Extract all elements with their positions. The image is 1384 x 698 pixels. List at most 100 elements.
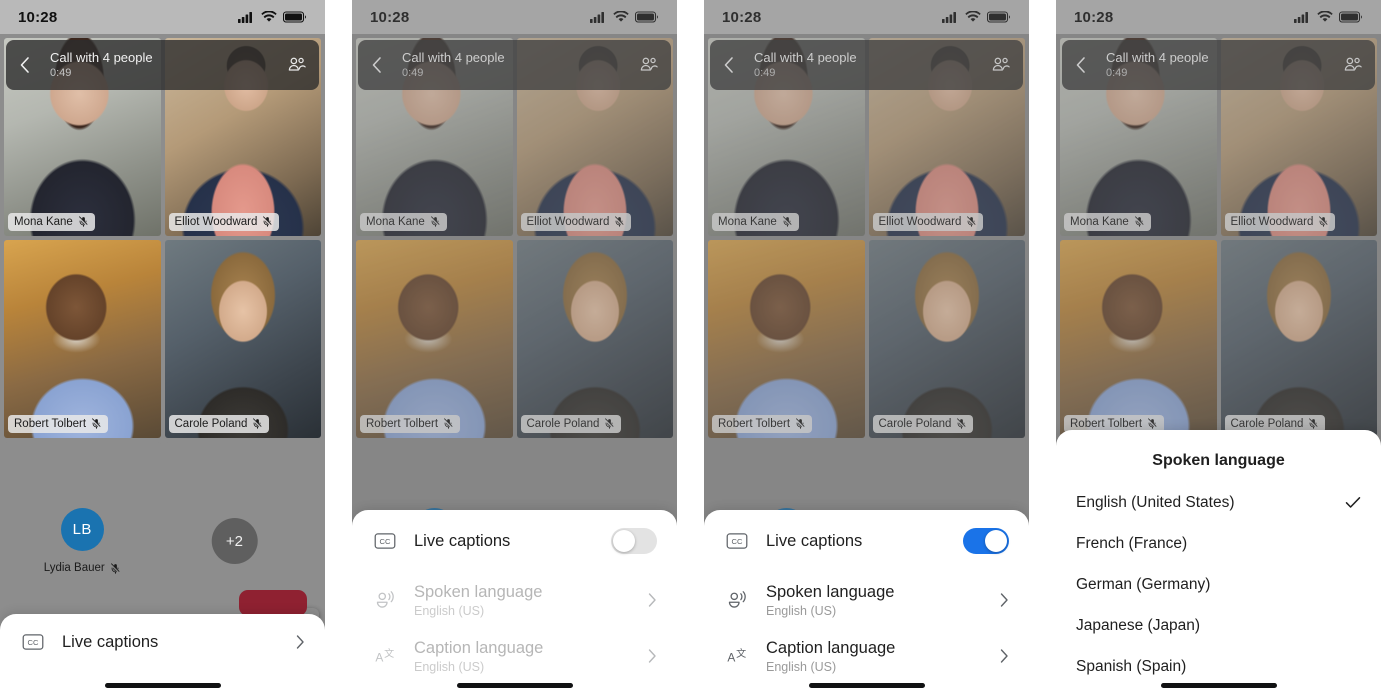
participant-name: Elliot Woodward bbox=[174, 215, 258, 228]
cc-icon: CC bbox=[20, 634, 46, 650]
people-icon bbox=[288, 57, 306, 71]
spoken-language-value: English (US) bbox=[766, 604, 837, 619]
spoken-language-icon bbox=[372, 589, 398, 611]
name-badge: Carole Poland bbox=[168, 415, 270, 433]
svg-text:文: 文 bbox=[384, 647, 394, 660]
back-button[interactable] bbox=[18, 55, 44, 75]
spoken-language-row[interactable]: Spoken language English (US) bbox=[352, 572, 677, 628]
caption-language-value: English (US) bbox=[414, 660, 485, 675]
chevron-right-icon bbox=[289, 634, 305, 650]
caption-language-label: Caption language bbox=[414, 638, 544, 657]
chevron-right-icon bbox=[993, 592, 1009, 608]
caption-language-value: English (US) bbox=[766, 660, 837, 675]
video-tile-lydia-bauer[interactable]: LB Lydia Bauer bbox=[4, 442, 161, 640]
caption-language-text: Caption language English (US) bbox=[766, 638, 977, 675]
svg-text:CC: CC bbox=[380, 537, 391, 546]
wifi-icon bbox=[261, 11, 277, 22]
chevron-right-icon bbox=[641, 592, 657, 608]
caption-language-icon: A 文 bbox=[372, 645, 398, 667]
svg-text:CC: CC bbox=[28, 638, 39, 647]
participants-button[interactable] bbox=[281, 56, 307, 74]
live-captions-toggle[interactable] bbox=[611, 528, 657, 554]
overflow-count-badge: +2 bbox=[211, 518, 258, 564]
mic-off-icon bbox=[253, 418, 262, 429]
video-tile-carole-poland[interactable]: Carole Poland bbox=[164, 240, 321, 438]
caption-language-label: Caption language bbox=[766, 638, 896, 657]
mic-off-icon bbox=[91, 418, 101, 429]
live-captions-sheet: CC Live captions Spoken language English… bbox=[704, 510, 1029, 698]
chevron-left-icon bbox=[20, 57, 29, 73]
mic-off-icon bbox=[110, 562, 120, 574]
phone-panel-language-picker: 10:28 Mona Kane Elliot Woodward Robert T… bbox=[1056, 0, 1381, 698]
svg-text:CC: CC bbox=[732, 537, 743, 546]
caption-language-icon: A 文 bbox=[724, 645, 750, 667]
status-bar-time: 10:28 bbox=[18, 8, 58, 26]
language-label: German (Germany) bbox=[1076, 575, 1211, 593]
language-option-german[interactable]: German (Germany) bbox=[1056, 564, 1381, 605]
chevron-right-icon bbox=[993, 648, 1009, 664]
live-captions-toggle-row[interactable]: CC Live captions bbox=[704, 510, 1029, 572]
spoken-language-text: Spoken language English (US) bbox=[414, 582, 625, 619]
participant-name: Mona Kane bbox=[14, 215, 73, 228]
live-captions-label: Live captions bbox=[62, 632, 159, 651]
mic-off-icon bbox=[263, 216, 272, 227]
language-label: English (United States) bbox=[1076, 493, 1235, 511]
home-indicator bbox=[104, 683, 221, 688]
home-indicator bbox=[808, 683, 925, 688]
language-option-japanese[interactable]: Japanese (Japan) bbox=[1056, 605, 1381, 646]
name-badge: Robert Tolbert bbox=[8, 415, 109, 433]
live-captions-label: Live captions bbox=[414, 531, 511, 550]
cc-icon: CC bbox=[724, 533, 750, 549]
phone-panel-collapsed-sheet: 10:28 Mona Kane Elliot Woodward Robert T… bbox=[0, 0, 325, 698]
toggle-knob bbox=[985, 530, 1007, 552]
live-captions-sheet: CC Live captions Spoken language English… bbox=[352, 510, 677, 698]
language-label: French (France) bbox=[1076, 534, 1188, 552]
caption-language-row[interactable]: A 文 Caption language English (US) bbox=[704, 628, 1029, 684]
participant-name: Robert Tolbert bbox=[14, 417, 87, 430]
svg-text:A: A bbox=[375, 651, 383, 665]
sheet-title: Spoken language bbox=[1152, 452, 1285, 469]
participant-name: Carole Poland bbox=[174, 417, 248, 430]
cellular-signal-icon bbox=[238, 12, 252, 23]
mic-off-icon bbox=[78, 216, 88, 227]
panel-gap bbox=[677, 0, 704, 698]
spoken-language-value: English (US) bbox=[414, 604, 485, 619]
call-header: Call with 4 people 0:49 bbox=[6, 40, 319, 90]
call-title: Call with 4 people bbox=[50, 49, 153, 65]
home-indicator bbox=[1160, 683, 1277, 688]
end-call-button[interactable] bbox=[239, 590, 307, 616]
panel-gap bbox=[325, 0, 352, 698]
caption-language-row[interactable]: A 文 Caption language English (US) bbox=[352, 628, 677, 684]
avatar: LB bbox=[60, 508, 104, 551]
language-option-spanish[interactable]: Spanish (Spain) bbox=[1056, 646, 1381, 687]
spoken-language-row[interactable]: Spoken language English (US) bbox=[704, 572, 1029, 628]
live-captions-toggle[interactable] bbox=[963, 528, 1009, 554]
panel-gap bbox=[1029, 0, 1056, 698]
spoken-language-icon bbox=[724, 589, 750, 611]
language-option-french[interactable]: French (France) bbox=[1056, 523, 1381, 564]
home-indicator bbox=[456, 683, 573, 688]
video-tile-robert-tolbert[interactable]: Robert Tolbert bbox=[4, 240, 161, 438]
language-label: Spanish (Spain) bbox=[1076, 657, 1187, 675]
svg-text:文: 文 bbox=[736, 647, 746, 660]
language-option-english[interactable]: English (United States) bbox=[1056, 482, 1381, 523]
spoken-language-picker-sheet: Spoken language English (United States) … bbox=[1056, 430, 1381, 698]
spoken-language-label: Spoken language bbox=[414, 582, 543, 601]
participant-name: Lydia Bauer bbox=[43, 562, 105, 574]
name-badge: Elliot Woodward bbox=[168, 213, 280, 231]
name-badge: Mona Kane bbox=[8, 213, 95, 231]
live-captions-entry-row[interactable]: CC Live captions bbox=[0, 614, 325, 670]
spoken-language-text: Spoken language English (US) bbox=[766, 582, 977, 619]
phone-panel-captions-on: 10:28 Mona Kane Elliot Woodward Robert T… bbox=[704, 0, 1029, 698]
svg-text:A: A bbox=[727, 651, 735, 665]
check-icon bbox=[1343, 496, 1361, 509]
live-captions-toggle-row[interactable]: CC Live captions bbox=[352, 510, 677, 572]
video-grid: Mona Kane Elliot Woodward Robert Tolbert… bbox=[0, 34, 325, 644]
spoken-language-label: Spoken language bbox=[766, 582, 895, 601]
live-captions-label-wrap: Live captions bbox=[414, 531, 595, 552]
participant-name-row: Lydia Bauer bbox=[44, 562, 121, 574]
call-header-text: Call with 4 people 0:49 bbox=[50, 49, 281, 80]
language-label: Japanese (Japan) bbox=[1076, 616, 1201, 634]
phone-panel-captions-off: 10:28 Mona Kane Elliot Woodward Robert T… bbox=[352, 0, 677, 698]
live-captions-label-wrap: Live captions bbox=[766, 531, 947, 552]
